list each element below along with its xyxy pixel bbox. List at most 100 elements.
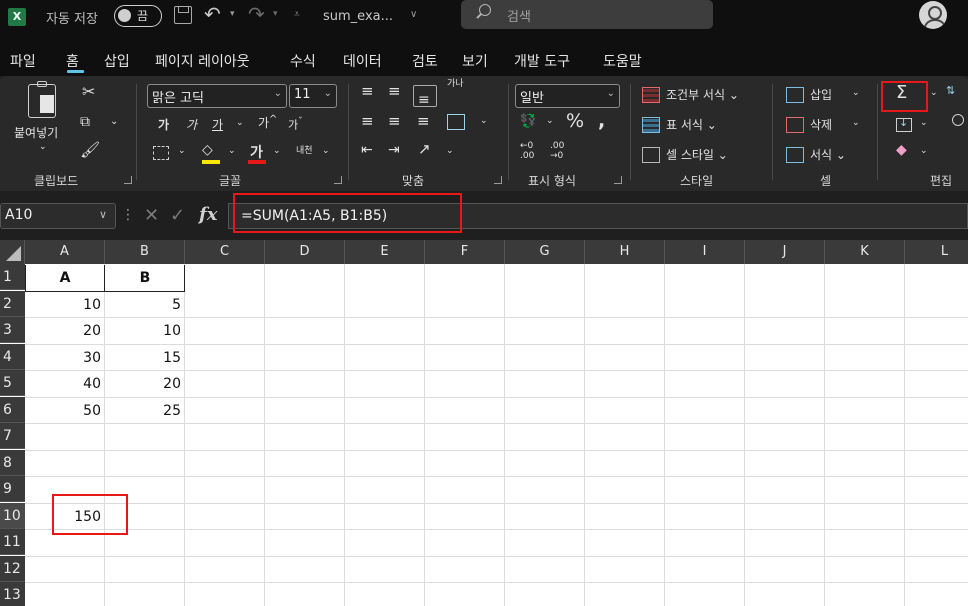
row-header-9[interactable]: 9: [0, 476, 25, 502]
conditional-format-button[interactable]: 조건부 서식 ⌄: [666, 86, 739, 103]
insert-dropdown-icon[interactable]: ⌄: [852, 88, 860, 98]
tab-file[interactable]: 파일: [10, 51, 36, 71]
cell-a4[interactable]: 30: [25, 345, 105, 371]
fill-dropdown-icon[interactable]: ⌄: [920, 118, 928, 128]
row-header-8[interactable]: 8: [0, 450, 25, 476]
copy-icon[interactable]: ⧉: [80, 114, 90, 130]
sort-filter-icon[interactable]: ⇅: [946, 84, 955, 97]
insert-function-button[interactable]: fx: [199, 204, 217, 225]
cell-styles-button[interactable]: 셀 스타일 ⌄: [666, 146, 728, 163]
save-icon[interactable]: [174, 6, 192, 24]
row-header-3[interactable]: 3: [0, 317, 25, 343]
align-left-icon[interactable]: ≡: [361, 112, 374, 130]
redo-dropdown-icon[interactable]: ▾: [273, 9, 278, 19]
format-cells-button[interactable]: 서식 ⌄: [810, 146, 846, 163]
insert-cells-button[interactable]: 삽입: [810, 86, 832, 103]
customize-toolbar-icon[interactable]: ⩡: [294, 9, 300, 20]
underline-dropdown-icon[interactable]: ⌄: [236, 118, 244, 128]
column-header-j[interactable]: J: [745, 240, 825, 264]
tab-data[interactable]: 데이터: [343, 51, 382, 71]
account-icon[interactable]: [919, 1, 947, 29]
row-header-4[interactable]: 4: [0, 344, 25, 370]
delete-cells-button[interactable]: 삭제: [810, 116, 832, 133]
tab-help[interactable]: 도움말: [603, 51, 642, 71]
align-right-icon[interactable]: ≡: [417, 112, 430, 130]
text-direction-icon[interactable]: 가나: [447, 80, 464, 89]
fill-color-dropdown-icon[interactable]: ⌄: [228, 146, 236, 156]
font-color-dropdown-icon[interactable]: ⌄: [273, 146, 281, 156]
borders-dropdown-icon[interactable]: ⌄: [178, 146, 186, 156]
font-color-button[interactable]: 가: [250, 142, 263, 162]
row-header-6[interactable]: 6: [0, 397, 25, 423]
alignment-launcher-icon[interactable]: [494, 176, 502, 184]
column-header-b[interactable]: B: [105, 240, 185, 264]
percent-style-icon[interactable]: %: [566, 110, 584, 132]
column-header-g[interactable]: G: [505, 240, 585, 264]
cell-a2[interactable]: 10: [25, 292, 105, 318]
autosum-dropdown-icon[interactable]: ⌄: [930, 88, 938, 98]
column-header-i[interactable]: I: [665, 240, 745, 264]
file-name[interactable]: sum_exa...: [323, 9, 393, 24]
merge-dropdown-icon[interactable]: ⌄: [480, 116, 488, 126]
paste-icon[interactable]: [28, 81, 56, 118]
increase-font-button[interactable]: 가^: [258, 114, 277, 131]
align-center-icon[interactable]: ≡: [388, 112, 401, 130]
font-launcher-icon[interactable]: [334, 176, 342, 184]
column-header-h[interactable]: H: [585, 240, 665, 264]
comma-style-icon[interactable]: ,: [598, 110, 605, 132]
row-header-1[interactable]: 1: [0, 264, 25, 290]
cell-b5[interactable]: 20: [105, 371, 185, 397]
row-header-12[interactable]: 12: [0, 556, 25, 582]
fill-color-icon[interactable]: ◇: [202, 142, 213, 158]
row-header-2[interactable]: 2: [0, 291, 25, 317]
tab-home[interactable]: 홈: [66, 51, 79, 71]
tab-formulas[interactable]: 수식: [290, 51, 316, 71]
merge-center-icon[interactable]: [447, 114, 465, 130]
clipboard-launcher-icon[interactable]: [124, 176, 132, 184]
clear-icon[interactable]: ◆: [896, 142, 907, 158]
tab-developer[interactable]: 개발 도구: [514, 51, 570, 71]
align-top-icon[interactable]: ≡: [361, 82, 374, 100]
row-header-5[interactable]: 5: [0, 370, 25, 396]
align-middle-icon[interactable]: ≡: [388, 82, 401, 100]
increase-decimal-icon[interactable]: ←0.00: [520, 141, 534, 161]
orientation-icon[interactable]: ↗: [418, 140, 431, 158]
tab-view[interactable]: 보기: [462, 51, 488, 71]
cell-a1[interactable]: A: [25, 265, 105, 291]
borders-icon[interactable]: [153, 146, 169, 160]
redo-icon[interactable]: ↷: [248, 2, 265, 26]
number-format-select[interactable]: 일반 ⌄: [515, 84, 620, 108]
row-header-11[interactable]: 11: [0, 529, 25, 555]
column-header-a[interactable]: A: [25, 240, 105, 264]
name-box[interactable]: A10 ∨: [0, 203, 116, 229]
decrease-font-button[interactable]: 가ˇ: [288, 116, 303, 133]
undo-icon[interactable]: ↶: [204, 2, 221, 26]
cancel-icon[interactable]: ✕: [144, 205, 159, 226]
paste-dropdown-icon[interactable]: ⌄: [39, 142, 47, 152]
cell-a3[interactable]: 20: [25, 318, 105, 344]
column-header-f[interactable]: F: [425, 240, 505, 264]
column-header-e[interactable]: E: [345, 240, 425, 264]
orientation-dropdown-icon[interactable]: ⌄: [446, 146, 454, 156]
cell-a5[interactable]: 40: [25, 371, 105, 397]
increase-indent-icon[interactable]: ⇥: [388, 142, 400, 158]
enter-icon[interactable]: ✓: [170, 205, 185, 226]
phonetic-button[interactable]: 내천: [296, 143, 313, 156]
format-painter-icon[interactable]: 🖌: [80, 140, 100, 159]
tab-review[interactable]: 검토: [412, 51, 438, 71]
more-options-icon[interactable]: ⋮: [121, 207, 135, 223]
accounting-dropdown-icon[interactable]: ⌄: [546, 116, 554, 126]
italic-button[interactable]: 가: [186, 116, 197, 133]
cell-a6[interactable]: 50: [25, 398, 105, 424]
copy-dropdown-icon[interactable]: ⌄: [110, 116, 118, 127]
select-all-button[interactable]: [0, 240, 25, 264]
clear-dropdown-icon[interactable]: ⌄: [920, 146, 928, 156]
font-size-select[interactable]: 11 ⌄: [289, 84, 337, 108]
cell-b6[interactable]: 25: [105, 398, 185, 424]
column-header-l[interactable]: L: [905, 240, 968, 264]
row-header-13[interactable]: 13: [0, 582, 25, 606]
decrease-indent-icon[interactable]: ⇤: [361, 142, 373, 158]
cell-b1[interactable]: B: [105, 265, 185, 291]
align-bottom-icon[interactable]: ≡: [413, 85, 437, 108]
number-launcher-icon[interactable]: [614, 176, 622, 184]
